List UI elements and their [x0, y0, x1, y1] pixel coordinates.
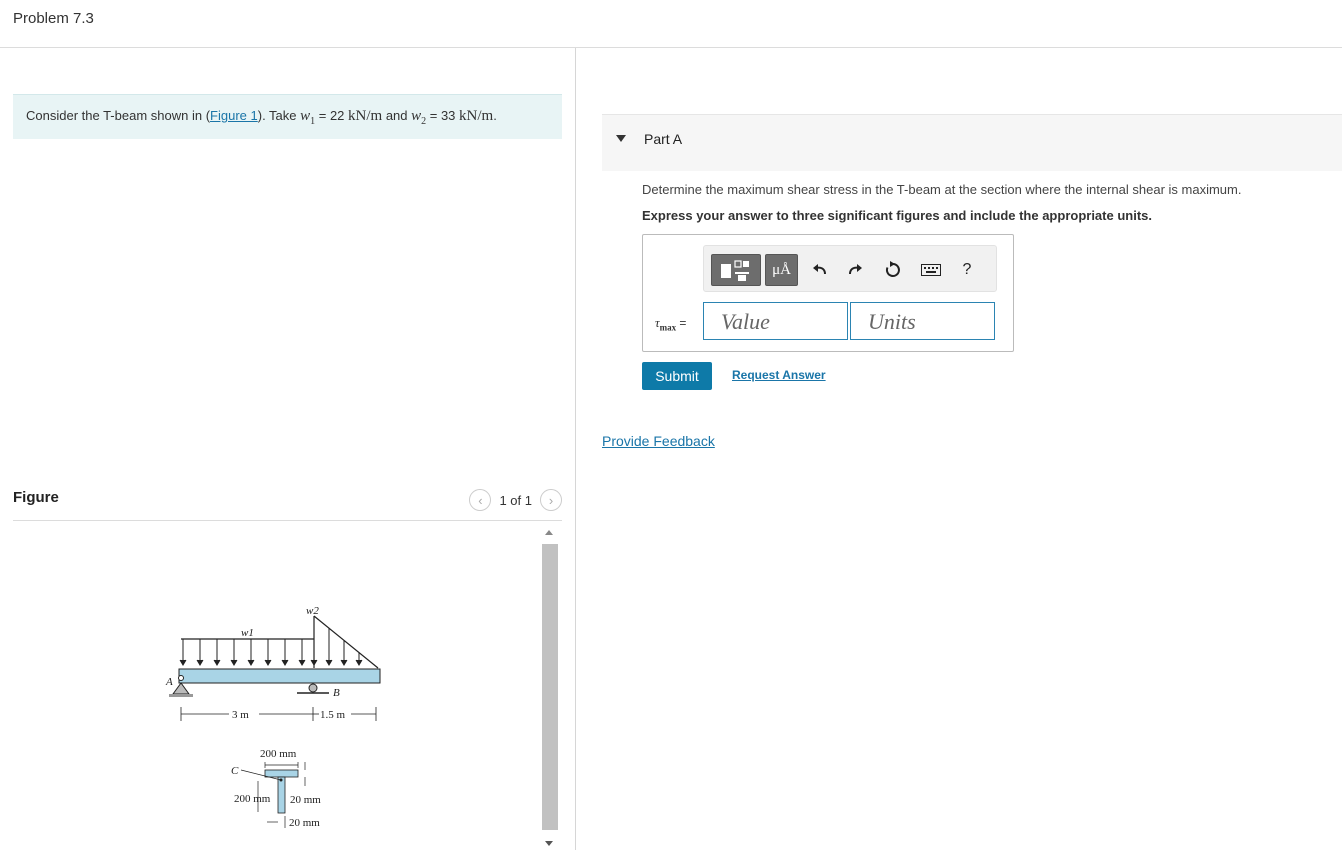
- reset-icon[interactable]: [882, 259, 904, 281]
- scroll-thumb[interactable]: [542, 544, 558, 830]
- intro-and: and: [382, 108, 412, 123]
- pin-support-a: [172, 682, 190, 695]
- undo-icon[interactable]: [809, 259, 831, 281]
- chevron-left-icon: ‹: [478, 492, 483, 508]
- t-web: [277, 776, 286, 814]
- next-figure-button[interactable]: ›: [540, 489, 562, 511]
- page-header: Problem 7.3: [0, 0, 1342, 48]
- chevron-right-icon: ›: [548, 492, 554, 508]
- w2-expression: w2: [411, 108, 426, 127]
- w1-unit: kN/m: [348, 108, 383, 124]
- request-answer-link[interactable]: Request Answer: [732, 368, 826, 382]
- tau-max-label: τmax =: [655, 315, 686, 333]
- w1-label: w1: [241, 627, 254, 639]
- figure-page-count: 1 of 1: [499, 492, 532, 508]
- w2-value: = 33: [426, 108, 460, 123]
- collapse-caret-icon[interactable]: [616, 135, 626, 142]
- intro-text-take: ). Take: [257, 108, 301, 123]
- w2-var: w: [411, 108, 422, 124]
- help-icon[interactable]: ?: [956, 259, 978, 281]
- ground-a: [169, 694, 193, 697]
- pane-divider: [575, 48, 576, 850]
- redo-icon[interactable]: [844, 259, 866, 281]
- intro-text-start: Consider the T-beam shown in (: [26, 108, 211, 123]
- templates-button[interactable]: [711, 254, 761, 286]
- problem-title: Problem 7.3: [13, 10, 94, 27]
- t-beam-figure: w1 w2 A B 3 m 1.5 m C 200 mm 200 mm 20 m…: [165, 605, 381, 829]
- answer-box: μÅ ? τmax = Value Units: [642, 234, 1014, 352]
- w2-label: w2: [306, 605, 319, 617]
- scroll-up-icon[interactable]: [545, 530, 553, 535]
- instruction-text: Express your answer to three significant…: [642, 208, 1152, 223]
- figure-title: Figure: [13, 489, 59, 506]
- equals-sign: =: [679, 316, 687, 330]
- pin-a: [178, 675, 184, 681]
- problem-intro: Consider the T-beam shown in (Figure 1).…: [13, 94, 562, 139]
- web-thick-label: 20 mm: [289, 817, 320, 829]
- value-input[interactable]: Value: [703, 302, 848, 340]
- beam: [178, 668, 381, 684]
- templates-icon: [721, 260, 749, 281]
- units-input[interactable]: Units: [850, 302, 995, 340]
- flange-width-label: 200 mm: [260, 748, 297, 760]
- figure-pager: ‹ 1 of 1 ›: [469, 489, 562, 511]
- span2-label: 1.5 m: [320, 709, 346, 721]
- intro-text: Consider the T-beam shown in (Figure 1).…: [26, 108, 497, 127]
- web-height-label: 200 mm: [234, 793, 271, 805]
- figure-viewport: w1 w2 A B 3 m 1.5 m C 200 mm 200 mm 20 m…: [13, 524, 540, 850]
- w2-unit: kN/m: [459, 108, 494, 124]
- prev-figure-button[interactable]: ‹: [469, 489, 492, 511]
- keyboard-icon[interactable]: [920, 259, 942, 281]
- label-a: A: [165, 676, 173, 688]
- math-toolbar: μÅ ?: [703, 245, 997, 292]
- scroll-down-icon[interactable]: [545, 841, 553, 846]
- t-flange: [264, 769, 299, 778]
- submit-button[interactable]: Submit: [642, 362, 712, 390]
- provide-feedback-link[interactable]: Provide Feedback: [602, 433, 715, 449]
- w1-var: w: [300, 108, 311, 124]
- part-a-header[interactable]: Part A: [602, 114, 1342, 171]
- intro-period: .: [493, 108, 497, 123]
- part-title: Part A: [644, 131, 683, 147]
- tau-subscript: max: [659, 322, 677, 333]
- span1-label: 3 m: [232, 709, 249, 721]
- figure-link[interactable]: Figure 1: [210, 108, 258, 123]
- w2-load-arrows: [310, 619, 363, 666]
- figure-scrollbar[interactable]: [541, 524, 559, 850]
- label-c: C: [231, 765, 239, 777]
- roller-b: [308, 683, 318, 693]
- w1-expression: w1: [300, 108, 315, 127]
- w1-load-arrows: [179, 639, 306, 666]
- w1-value: = 22: [315, 108, 349, 123]
- units-button[interactable]: μÅ: [765, 254, 798, 286]
- label-b: B: [333, 687, 340, 699]
- question-text: Determine the maximum shear stress in th…: [642, 182, 1242, 197]
- flange-thick-label: 20 mm: [290, 794, 321, 806]
- figure-header: Figure ‹ 1 of 1 ›: [13, 485, 562, 521]
